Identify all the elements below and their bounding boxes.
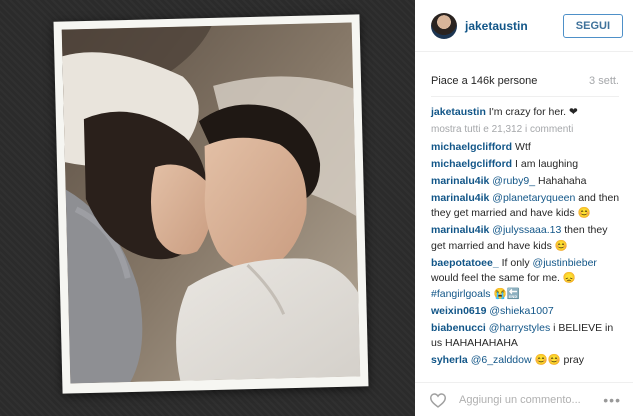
caption-username[interactable]: jaketaustin	[431, 106, 486, 118]
comment-text: I am laughing	[515, 157, 579, 170]
post-author-username[interactable]: jaketaustin	[465, 19, 563, 33]
heart-outline-icon[interactable]	[429, 392, 447, 408]
comment-text: If only	[501, 256, 533, 269]
comments-list: jaketaustin I'm crazy for her. ❤ mostra …	[415, 97, 633, 368]
comment-username[interactable]: baepotatoee_	[431, 257, 499, 269]
likes-row: Piace a 146k persone 3 sett.	[415, 52, 633, 92]
comment-text: Hahahaha	[535, 174, 587, 187]
comment-username[interactable]: marinalu4ik	[431, 192, 489, 204]
comment-username[interactable]: weixin0619	[431, 305, 486, 317]
post-timestamp[interactable]: 3 sett.	[589, 75, 619, 87]
comment-text: Wtf	[515, 140, 531, 153]
comment-item: baepotatoee_ If only @justinbieber would…	[431, 256, 623, 303]
mention-link[interactable]: @julyssaaa.13	[492, 224, 561, 236]
comment-item: syherla @6_zalddow 😊😊 pray	[431, 353, 623, 368]
comment-item: weixin0619 @shieka1007	[431, 304, 623, 320]
comment-text: 😊😊 pray	[531, 354, 584, 366]
post-photo[interactable]	[61, 22, 361, 384]
post-sidebar: jaketaustin SEGUI Piace a 146k persone 3…	[415, 0, 633, 416]
mention-link[interactable]: @6_zalddow	[471, 354, 532, 366]
comment-item: michaelgclifford I am laughing	[431, 157, 623, 173]
comment-item: biabenucci @harrystyles i BELIEVE in us …	[431, 321, 623, 352]
follow-button[interactable]: SEGUI	[562, 13, 623, 38]
add-comment-input[interactable]	[459, 393, 604, 406]
comment-footer: •••	[415, 382, 633, 416]
post-header: jaketaustin SEGUI	[415, 0, 633, 52]
mention-link[interactable]: @planetaryqueen	[492, 192, 575, 204]
comment-item: marinalu4ik @planetaryqueen and then the…	[431, 191, 623, 222]
mention-link[interactable]: @harrystyles	[489, 322, 550, 334]
mention-link[interactable]: @ruby9_	[492, 175, 535, 187]
likes-count[interactable]: Piace a 146k persone	[431, 75, 537, 87]
comment-username[interactable]: marinalu4ik	[431, 175, 489, 187]
comment-username[interactable]: marinalu4ik	[431, 224, 489, 236]
mention-link[interactable]: #fangirlgoals	[431, 288, 491, 300]
caption: jaketaustin I'm crazy for her. ❤	[431, 105, 623, 121]
comment-text: would feel the same for me. 😞	[431, 272, 576, 284]
comment-container: michaelgclifford Wtf michaelgclifford I a…	[431, 140, 623, 369]
comment-item: marinalu4ik @ruby9_ Hahahaha	[431, 174, 623, 190]
comment-username[interactable]: syherla	[431, 354, 468, 366]
comment-username[interactable]: michaelgclifford	[431, 141, 512, 153]
mention-link[interactable]: @justinbieber	[533, 257, 597, 269]
caption-text: I'm crazy for her. ❤	[488, 106, 578, 118]
comment-item: michaelgclifford Wtf	[431, 140, 623, 156]
comment-text: 😭🔚	[490, 287, 520, 300]
couple-photo-illustration	[61, 22, 361, 384]
photo-frame	[53, 14, 369, 394]
comment-username[interactable]: michaelgclifford	[431, 158, 512, 170]
photo-backdrop	[0, 0, 415, 416]
more-options-icon[interactable]: •••	[603, 392, 621, 408]
comment-item: marinalu4ik @julyssaaa.13 then they get …	[431, 223, 623, 254]
show-all-comments-link[interactable]: mostra tutti e 21,312 i commenti	[431, 122, 623, 138]
comment-username[interactable]: biabenucci	[431, 322, 486, 334]
mention-link[interactable]: @shieka1007	[489, 305, 553, 317]
avatar[interactable]	[431, 12, 457, 39]
